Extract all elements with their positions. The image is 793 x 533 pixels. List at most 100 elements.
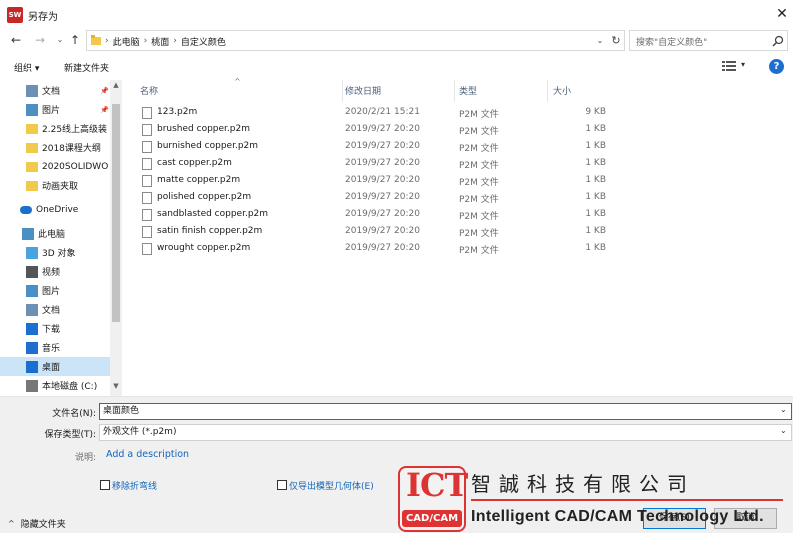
chevron-down-icon[interactable]: ⌄ [594, 33, 606, 48]
save-form: 文件名(N): 桌面颜色 ⌄ 保存类型(T): 外观文件 (*.p2m) ⌄ 说… [0, 396, 793, 533]
file-icon [142, 124, 152, 136]
sidebar-item-label: 2020SOLIDWO [42, 161, 109, 172]
scroll-down-icon[interactable]: ▼ [111, 382, 121, 390]
close-icon[interactable]: ✕ [772, 4, 792, 24]
folder-icon [26, 161, 38, 172]
refresh-icon[interactable]: ↻ [609, 33, 623, 48]
sidebar-item[interactable]: 桌面 [0, 357, 110, 376]
remove-bend-lines-checkbox[interactable] [100, 480, 110, 490]
column-header-name[interactable]: 名称 [140, 84, 158, 97]
add-description-link[interactable]: Add a description [106, 449, 189, 460]
save-button[interactable]: 保存(S) [643, 508, 706, 529]
view-options-icon[interactable] [722, 60, 736, 72]
sidebar-scrollbar-thumb[interactable] [112, 104, 120, 322]
remove-bend-lines-label[interactable]: 移除折弯线 [112, 479, 157, 492]
sidebar-item[interactable]: 视频 [0, 262, 110, 281]
sidebar-item-label: 图片 [42, 106, 61, 116]
organize-button[interactable]: 组织 ▾ [14, 61, 39, 74]
document-icon [26, 303, 38, 316]
sidebar-item[interactable]: 此电脑 [0, 224, 110, 243]
navigation-pane: 文档 📌 图片 📌 2.25线上高级装 2018课程大纲 2020SOLIDWO 动画夹取 On… [0, 80, 122, 396]
file-icon [142, 209, 152, 221]
chevron-right-icon: › [173, 36, 177, 46]
file-size: 1 KB [585, 158, 606, 168]
sidebar-item[interactable]: 音乐 [0, 338, 110, 357]
column-divider[interactable] [454, 80, 455, 102]
cancel-button[interactable]: 取消 [714, 508, 777, 529]
breadcrumb-item[interactable]: 桃面 [151, 35, 169, 48]
column-header-type[interactable]: 类型 [459, 84, 477, 97]
pin-icon[interactable]: 📌 [100, 106, 109, 114]
column-header-size[interactable]: 大小 [553, 84, 571, 97]
breadcrumb-item[interactable]: 自定义颜色 [181, 35, 226, 48]
file-row[interactable]: satin finish copper.p2m 2019/9/27 20:20 P2… [136, 224, 616, 241]
download-icon [26, 322, 38, 335]
chevron-down-icon[interactable]: ▾ [741, 60, 745, 69]
forward-arrow-icon[interactable]: → [31, 31, 49, 49]
chevron-down-icon[interactable]: ⌄ [780, 405, 787, 414]
sidebar-item-label: 音乐 [42, 344, 61, 354]
sidebar-item[interactable]: 3D 对象 [0, 243, 110, 262]
file-row[interactable]: polished copper.p2m 2019/9/27 20:20 P2M 文件… [136, 190, 616, 207]
window-title: 另存为 [28, 12, 58, 23]
sidebar-item-label: 文档 [42, 87, 61, 97]
sort-ascending-icon: ^ [234, 77, 241, 86]
file-row[interactable]: cast copper.p2m 2019/9/27 20:20 P2M 文件 1 KB [136, 156, 616, 173]
sidebar-item[interactable]: 2018课程大纲 [0, 138, 110, 157]
sidebar-item-label: 此电脑 [38, 230, 66, 240]
sidebar-item-label: 3D 对象 [42, 249, 76, 259]
sidebar-item[interactable]: 下载 [0, 319, 110, 338]
filetype-select[interactable]: 外观文件 (*.p2m) [99, 424, 792, 441]
file-row[interactable]: matte copper.p2m 2019/9/27 20:20 P2M 文件 1 K… [136, 173, 616, 190]
new-folder-button[interactable]: 新建文件夹 [64, 61, 109, 74]
file-type: P2M 文件 [459, 178, 499, 188]
back-arrow-icon[interactable]: ← [7, 31, 25, 49]
export-geometry-only-checkbox[interactable] [277, 480, 287, 490]
toolbar: 组织 ▾ 新建文件夹 ▾ ? [0, 54, 793, 80]
file-row[interactable]: brushed copper.p2m 2019/9/27 20:20 P2M 文件 1… [136, 122, 616, 139]
filename-label: 文件名(N): [52, 409, 96, 419]
title-bar: SW 另存为 ✕ [0, 0, 793, 30]
sidebar-item[interactable]: 动画夹取 [0, 176, 110, 195]
file-row[interactable]: wrought copper.p2m 2019/9/27 20:20 P2M 文件 1… [136, 241, 616, 258]
sidebar-item-label: 下载 [42, 325, 61, 335]
chevron-up-icon: ^ [8, 519, 15, 528]
file-icon [142, 192, 152, 204]
pin-icon[interactable]: 📌 [100, 87, 109, 95]
column-divider[interactable] [547, 80, 548, 102]
file-size: 1 KB [585, 124, 606, 134]
description-label: 说明: [74, 453, 96, 463]
sidebar-item[interactable]: OneDrive [0, 200, 110, 219]
sidebar-item[interactable]: 文档 [0, 300, 110, 319]
chevron-down-icon[interactable]: ⌄ [780, 426, 787, 435]
sidebar-item[interactable]: 2020SOLIDWO [0, 157, 110, 176]
file-row[interactable]: sandblasted copper.p2m 2019/9/27 20:20 P2M… [136, 207, 616, 224]
sidebar-item[interactable]: 图片 📌 [0, 100, 110, 119]
sidebar-item[interactable]: 本地磁盘 (C:) [0, 376, 110, 395]
address-bar[interactable]: › 此电脑 › 桃面 › 自定义颜色 ⌄ ↻ [86, 30, 625, 51]
export-geometry-only-label[interactable]: 仅导出模型几何体(E) [289, 479, 374, 492]
music-icon [26, 341, 38, 354]
up-arrow-icon[interactable]: ↑ [66, 31, 84, 49]
column-header-date[interactable]: 修改日期 [345, 84, 381, 97]
hide-folders-label: 隐藏文件夹 [20, 520, 66, 530]
sidebar-item[interactable]: 文档 📌 [0, 81, 110, 100]
computer-icon [22, 227, 34, 240]
breadcrumb-item[interactable]: 此电脑 [113, 35, 140, 48]
hide-folders-toggle[interactable]: ^ 隐藏文件夹 [8, 517, 66, 530]
sidebar-item-label: 文档 [42, 306, 61, 316]
search-input[interactable]: 搜索"自定义颜色" [629, 30, 788, 51]
file-date: 2019/9/27 20:20 [345, 209, 420, 219]
folder-icon [26, 180, 38, 191]
sidebar-item-label: 图片 [42, 287, 61, 297]
file-row[interactable]: 123.p2m 2020/2/21 15:21 P2M 文件 9 KB [136, 105, 616, 122]
file-row[interactable]: burnished copper.p2m 2019/9/27 20:20 P2M 文… [136, 139, 616, 156]
file-date: 2019/9/27 20:20 [345, 226, 420, 236]
scroll-up-icon[interactable]: ▲ [111, 81, 121, 89]
help-icon[interactable]: ? [769, 59, 784, 74]
filename-input[interactable]: 桌面颜色 [99, 403, 792, 420]
sidebar-item[interactable]: 图片 [0, 281, 110, 300]
column-divider[interactable] [342, 80, 343, 102]
sidebar-item-label: 本地磁盘 (C:) [42, 382, 98, 392]
sidebar-item[interactable]: 2.25线上高级装 [0, 119, 110, 138]
